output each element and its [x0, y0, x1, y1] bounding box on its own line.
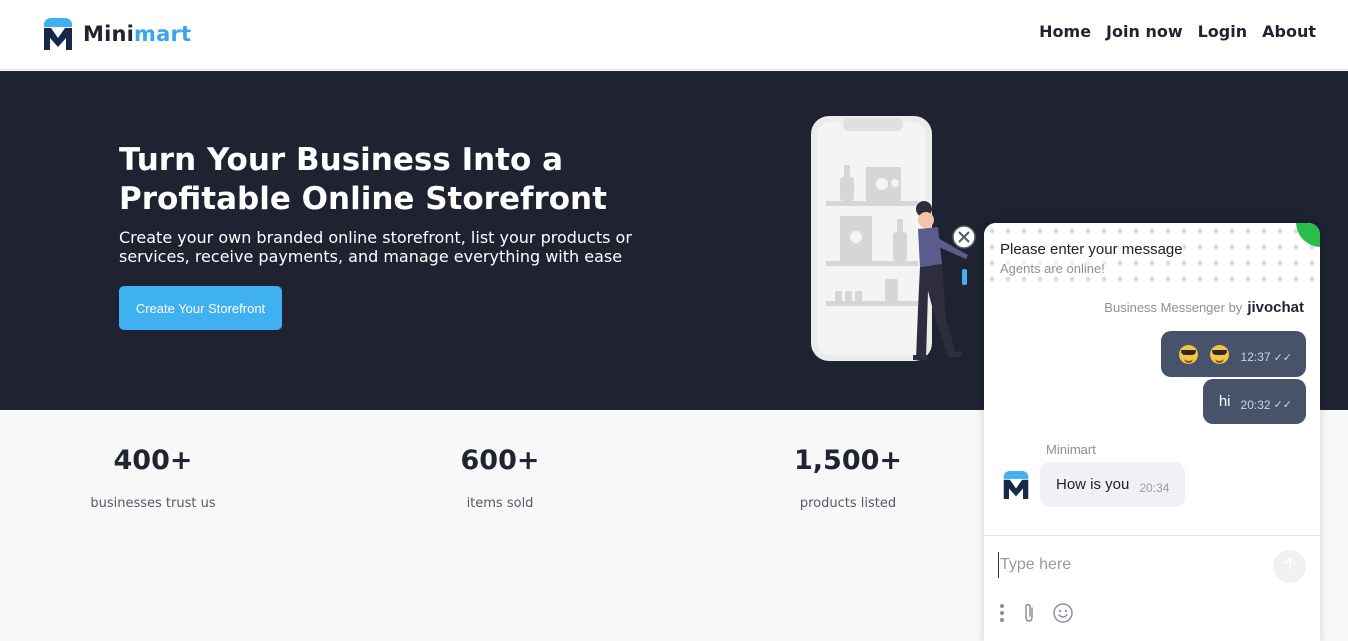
- stat-products-listed: 1,500+ products listed: [738, 445, 958, 511]
- hero-title: Turn Your Business Into a Profitable Onl…: [119, 142, 607, 217]
- incoming-message: How is you 20:34: [1040, 462, 1186, 507]
- chat-widget: Please enter your message Agents are onl…: [984, 223, 1320, 641]
- message-time: 20:34: [1139, 480, 1170, 495]
- message-time: 20:32: [1240, 397, 1271, 412]
- logo[interactable]: Minimart: [42, 17, 191, 51]
- brand-prefix: Business Messenger by: [1104, 300, 1243, 315]
- logo-text: Minimart: [83, 22, 191, 46]
- agent-avatar-icon: [1003, 471, 1029, 499]
- nav-login-link[interactable]: Login: [1198, 22, 1248, 41]
- sunglasses-emoji-icon: [1209, 344, 1229, 364]
- stat-label: items sold: [466, 496, 534, 511]
- emoji-icon[interactable]: [1052, 602, 1074, 624]
- logo-text-mini: Mini: [83, 22, 135, 46]
- main-nav: Home Join now Login About: [1039, 22, 1316, 41]
- chat-toolbar: [998, 602, 1074, 624]
- nav-home-link[interactable]: Home: [1039, 22, 1091, 41]
- stat-label: businesses trust us: [90, 496, 216, 511]
- stat-value: 600+: [460, 445, 540, 476]
- chat-title: Please enter your message: [1000, 241, 1183, 258]
- read-check-icon: ✓✓: [1273, 351, 1292, 364]
- more-icon[interactable]: [998, 602, 1006, 624]
- online-indicator: [1296, 223, 1320, 247]
- stat-value: 400+: [113, 445, 193, 476]
- minimart-logo-icon: [44, 18, 72, 50]
- chat-input-area: [984, 535, 1320, 641]
- message-text: How is you: [1056, 476, 1130, 493]
- chat-branding[interactable]: Business Messenger by jivochat: [1104, 299, 1304, 316]
- outgoing-message: hi 20:32 ✓✓: [1202, 379, 1306, 424]
- attach-icon[interactable]: [1018, 602, 1040, 624]
- nav-about-link[interactable]: About: [1262, 22, 1316, 41]
- stat-value: 1,500+: [793, 445, 903, 476]
- send-arrow-icon: [1284, 557, 1295, 570]
- chat-message-input[interactable]: [998, 552, 1258, 578]
- nav-join-link[interactable]: Join now: [1106, 22, 1183, 41]
- stat-businesses: 400+ businesses trust us: [43, 445, 263, 511]
- sunglasses-emoji-icon: [1178, 344, 1198, 364]
- chat-close-icon[interactable]: [952, 225, 976, 249]
- chat-header: Please enter your message Agents are onl…: [984, 223, 1320, 289]
- read-check-icon: ✓✓: [1273, 399, 1292, 411]
- chat-status: Agents are online!: [1000, 261, 1105, 276]
- send-button[interactable]: [1273, 550, 1306, 583]
- site-header: Minimart Home Join now Login About: [0, 0, 1348, 70]
- hero-subtitle: Create your own branded online storefron…: [119, 228, 632, 266]
- message-text: hi: [1218, 393, 1231, 410]
- outgoing-message: 12:37 ✓✓: [1160, 331, 1306, 377]
- create-storefront-button[interactable]: Create Your Storefront: [119, 286, 282, 330]
- stat-items-sold: 600+ items sold: [390, 445, 610, 511]
- stat-label: products listed: [799, 496, 897, 511]
- message-time: 12:37: [1240, 350, 1271, 364]
- logo-text-mart: mart: [134, 22, 192, 46]
- agent-name: Minimart: [1046, 442, 1096, 457]
- jivochat-logo: jivochat: [1247, 299, 1304, 316]
